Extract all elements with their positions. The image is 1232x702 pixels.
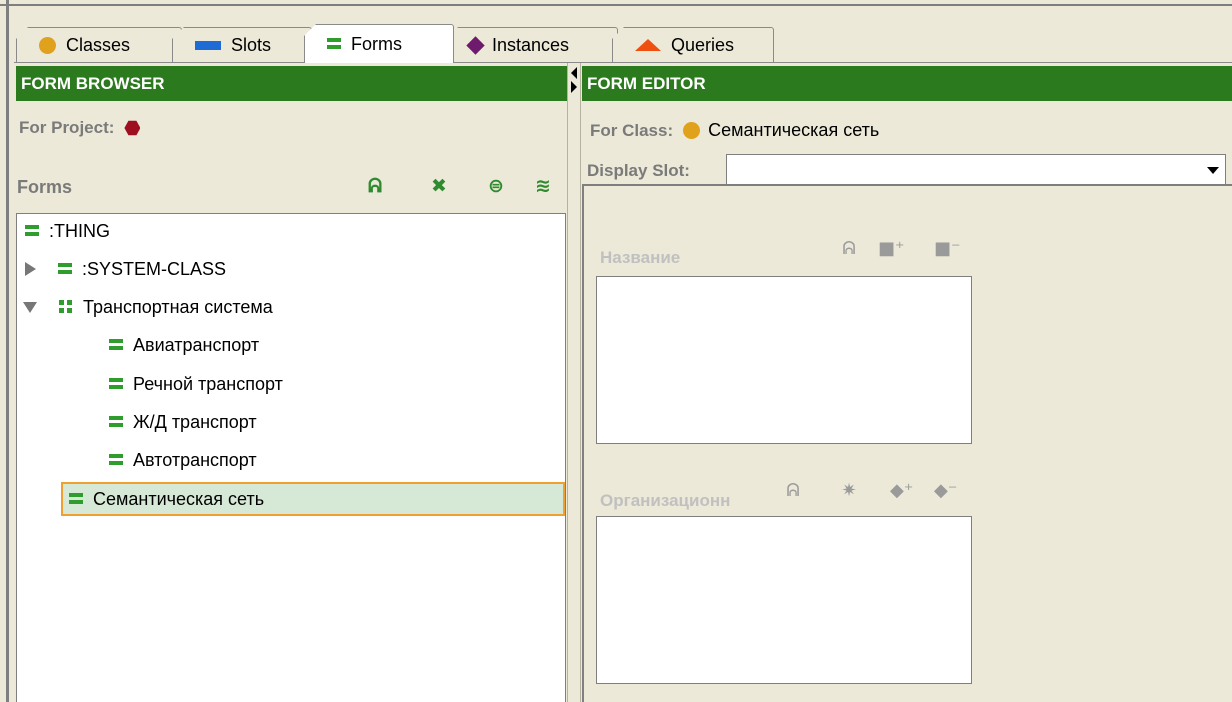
- forms-label: Forms: [17, 177, 73, 197]
- panel-splitter[interactable]: [567, 63, 581, 702]
- tree-item-semantic-network[interactable]: Семантическая сеть: [61, 482, 565, 516]
- tree-item-auto-transport[interactable]: Автотранспорт: [109, 443, 257, 477]
- form-group-icon: [59, 300, 73, 314]
- window-top-border: [0, 0, 1232, 6]
- form-browser-title: FORM BROWSER: [21, 73, 165, 93]
- create-instance-icon[interactable]: ■⁺: [878, 238, 905, 260]
- form-icon: [69, 493, 83, 505]
- tree-item-label: Семантическая сеть: [93, 488, 265, 509]
- class-label: For Class:: [590, 120, 674, 140]
- form-icon: [109, 339, 123, 351]
- query-triangle-icon: [635, 39, 661, 51]
- form-editor-title: FORM EDITOR: [587, 73, 706, 93]
- add-instance-icon[interactable]: ◆⁺: [890, 480, 913, 502]
- tree-item-aviatransport[interactable]: Авиатранспорт: [109, 328, 259, 362]
- find-instance-icon[interactable]: ᕱ: [782, 480, 804, 502]
- chevron-down-icon[interactable]: [1207, 167, 1219, 174]
- tree-item-label: Автотранспорт: [133, 449, 257, 470]
- display-slot-label: Display Slot:: [587, 161, 690, 180]
- collapse-right-icon[interactable]: [571, 81, 577, 93]
- tree-item-transport-system[interactable]: Транспортная система: [23, 290, 273, 324]
- collapse-left-icon[interactable]: [571, 67, 577, 79]
- tab-forms-label: Forms: [351, 33, 402, 54]
- tab-forms[interactable]: Forms: [304, 24, 454, 63]
- tree-item-rail-transport[interactable]: Ж/Д транспорт: [109, 405, 257, 439]
- tab-queries-label: Queries: [671, 34, 735, 55]
- tree-item-thing[interactable]: :THING: [25, 214, 110, 248]
- field-label-name: Название: [600, 248, 681, 267]
- tab-classes-label: Classes: [66, 34, 131, 55]
- class-circle-icon: [683, 122, 701, 139]
- class-row: For Class: Семантическая сеть: [590, 120, 879, 141]
- project-hexagon-icon: [124, 120, 141, 136]
- tree-item-label: Ж/Д транспорт: [133, 411, 257, 432]
- form-icon: [109, 378, 123, 390]
- tab-slots-label: Slots: [231, 34, 272, 55]
- forms-tree[interactable]: :THING :SYSTEM-CLASS Транспортная систем…: [16, 213, 566, 702]
- class-name: Семантическая сеть: [708, 120, 880, 140]
- tree-item-label: Авиатранспорт: [133, 334, 260, 355]
- tab-instances[interactable]: Instances: [446, 27, 618, 62]
- field-box-name[interactable]: [596, 276, 972, 444]
- tab-instances-label: Instances: [492, 34, 570, 55]
- form-icon: [25, 225, 39, 237]
- tree-item-label: :SYSTEM-CLASS: [82, 258, 227, 279]
- form-icon: [109, 454, 123, 466]
- remove-instance-icon[interactable]: ◆⁻: [934, 480, 957, 502]
- tree-item-river-transport[interactable]: Речной транспорт: [109, 367, 283, 401]
- form-editor-header: FORM EDITOR: [582, 66, 1232, 101]
- display-slot-select[interactable]: [726, 154, 1226, 185]
- tree-item-label: :THING: [49, 220, 110, 241]
- select-instance-icon[interactable]: ✷: [838, 480, 860, 502]
- form-browser-header: FORM BROWSER: [16, 66, 567, 101]
- tab-strip-divider: [14, 62, 1232, 63]
- window-left-border: [6, 0, 9, 702]
- remove-instance-icon[interactable]: ■⁻: [934, 238, 961, 260]
- tree-item-system-class[interactable]: :SYSTEM-CLASS: [25, 252, 226, 286]
- project-label: For Project:: [19, 118, 115, 137]
- find-form-icon[interactable]: ᕱ: [363, 174, 387, 198]
- field-label-organization: Организационн: [600, 491, 731, 510]
- class-circle-icon: [39, 36, 56, 54]
- form-icon: [327, 38, 341, 50]
- slot-bar-icon: [195, 40, 221, 50]
- form-icon: [109, 416, 123, 428]
- form-icon: [58, 263, 72, 275]
- find-instance-icon[interactable]: ᕱ: [838, 238, 860, 260]
- layout-like-icon[interactable]: ≋: [531, 174, 555, 198]
- relayout-icon[interactable]: ⊜: [484, 174, 508, 198]
- field-box-organization[interactable]: [596, 516, 972, 684]
- form-layout-canvas[interactable]: Название ᕱ ■⁺ ■⁻ Организационн ᕱ ✷ ◆⁺ ◆⁻: [582, 184, 1232, 702]
- tree-item-label: Транспортная система: [83, 296, 273, 317]
- tab-slots[interactable]: Slots: [172, 27, 312, 62]
- instance-diamond-icon: [466, 35, 485, 55]
- tab-classes[interactable]: Classes: [16, 27, 182, 62]
- remove-customization-icon[interactable]: ✖: [427, 174, 451, 198]
- expand-arrow-icon[interactable]: [25, 262, 36, 276]
- tab-queries[interactable]: Queries: [612, 27, 774, 62]
- collapse-arrow-icon[interactable]: [23, 301, 37, 313]
- project-row: For Project:: [19, 118, 141, 138]
- tree-item-label: Речной транспорт: [133, 373, 283, 394]
